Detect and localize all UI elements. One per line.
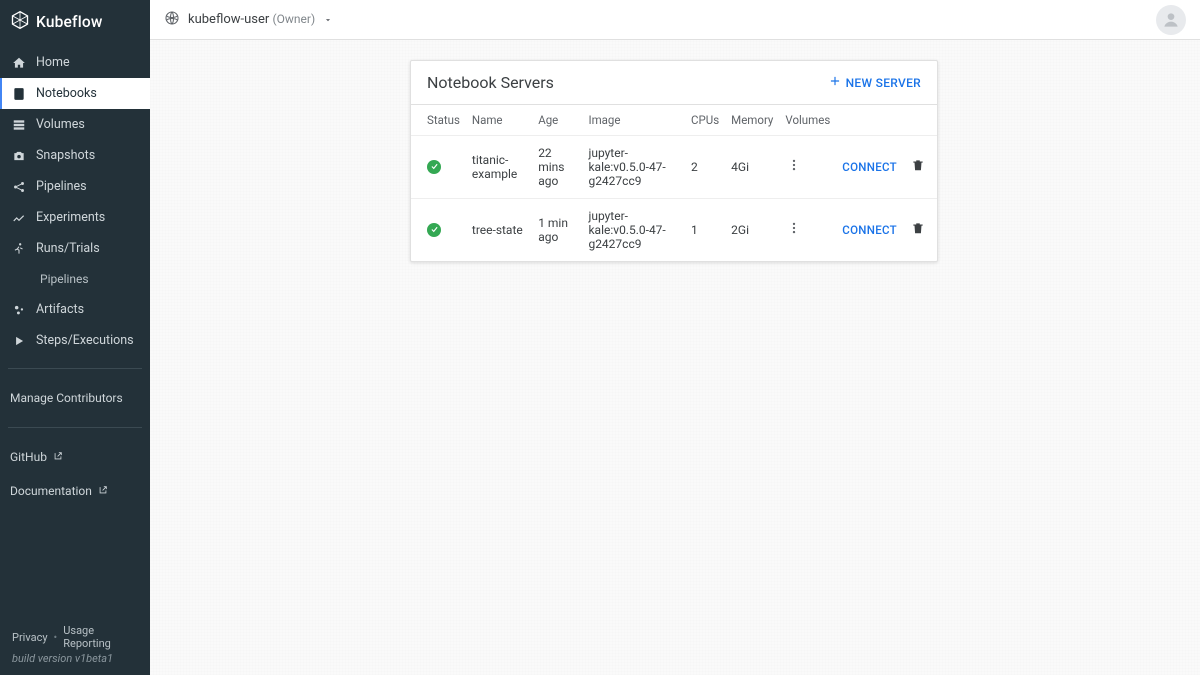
nav: Home Notebooks Volumes Snapshots Pipelin… xyxy=(0,47,150,356)
sidebar-external: GitHub Documentation xyxy=(0,440,150,508)
cell-cpus: 2 xyxy=(685,136,725,199)
topbar: kubeflow-user (Owner) xyxy=(150,0,1200,40)
sidebar-item-volumes[interactable]: Volumes xyxy=(0,109,150,140)
new-server-button[interactable]: NEW SERVER xyxy=(828,74,921,91)
sidebar-item-steps[interactable]: Steps/Executions xyxy=(0,325,150,356)
col-image: Image xyxy=(582,105,685,136)
sidebar-item-runs-pipelines[interactable]: Pipelines xyxy=(0,264,150,294)
label: Manage Contributors xyxy=(10,391,123,405)
run-icon xyxy=(12,242,26,256)
sidebar-item-artifacts[interactable]: Artifacts xyxy=(0,294,150,325)
sidebar-item-snapshots[interactable]: Snapshots xyxy=(0,140,150,171)
cell-image: jupyter-kale:v0.5.0-47-g2427cc9 xyxy=(582,136,685,199)
chart-line-icon xyxy=(12,211,26,225)
connect-button[interactable]: CONNECT xyxy=(842,223,897,237)
connect-button[interactable]: CONNECT xyxy=(842,160,897,174)
label: Documentation xyxy=(10,484,92,498)
table-row: titanic-example 22 mins ago jupyter-kale… xyxy=(411,136,937,199)
separator-dot: • xyxy=(54,631,58,644)
documentation-link[interactable]: Documentation xyxy=(0,474,150,508)
sidebar-footer: Privacy • Usage Reporting build version … xyxy=(0,614,150,675)
col-memory: Memory xyxy=(725,105,779,136)
cell-memory: 2Gi xyxy=(725,199,779,262)
cell-memory: 4Gi xyxy=(725,136,779,199)
cell-name: titanic-example xyxy=(466,136,532,199)
sidebar-item-label: Steps/Executions xyxy=(36,333,134,348)
volumes-menu-button[interactable] xyxy=(785,156,803,178)
brand-name: Kubeflow xyxy=(36,13,103,31)
status-ready-icon xyxy=(427,160,441,174)
new-server-label: NEW SERVER xyxy=(846,76,921,90)
build-version: build version v1beta1 xyxy=(12,652,138,665)
delete-button[interactable] xyxy=(909,219,927,241)
table-header-row: Status Name Age Image CPUs Memory Volume… xyxy=(411,105,937,136)
sidebar-item-label: Volumes xyxy=(36,117,85,132)
sidebar-item-label: Pipelines xyxy=(36,179,87,194)
sidebar-item-label: Home xyxy=(36,55,70,70)
sidebar-item-label: Pipelines xyxy=(40,272,89,286)
volumes-menu-button[interactable] xyxy=(785,219,803,241)
manage-contributors-link[interactable]: Manage Contributors xyxy=(0,381,150,415)
servers-table: Status Name Age Image CPUs Memory Volume… xyxy=(411,105,937,261)
brand-logo: Kubeflow xyxy=(0,0,150,43)
github-link[interactable]: GitHub xyxy=(0,440,150,474)
namespace-icon xyxy=(164,10,180,30)
sidebar-item-label: Snapshots xyxy=(36,148,95,163)
sidebar-item-label: Experiments xyxy=(36,210,105,225)
storage-icon xyxy=(12,118,26,132)
usage-reporting-link[interactable]: Usage Reporting xyxy=(63,624,138,650)
camera-icon xyxy=(12,149,26,163)
play-icon xyxy=(12,334,26,348)
sidebar-secondary: Manage Contributors xyxy=(0,381,150,415)
privacy-link[interactable]: Privacy xyxy=(12,631,48,644)
cell-image: jupyter-kale:v0.5.0-47-g2427cc9 xyxy=(582,199,685,262)
card-title: Notebook Servers xyxy=(427,73,554,92)
cell-age: 22 mins ago xyxy=(532,136,582,199)
content-area: Notebook Servers NEW SERVER Status Name … xyxy=(150,40,1200,675)
sidebar-item-runs[interactable]: Runs/Trials xyxy=(0,233,150,264)
cell-name: tree-state xyxy=(466,199,532,262)
sidebar-item-label: Artifacts xyxy=(36,302,84,317)
divider xyxy=(8,427,142,428)
plus-icon xyxy=(828,74,842,91)
open-external-icon xyxy=(98,484,108,498)
user-avatar[interactable] xyxy=(1156,5,1186,35)
status-ready-icon xyxy=(427,223,441,237)
namespace-name: kubeflow-user xyxy=(188,12,269,27)
sidebar-item-experiments[interactable]: Experiments xyxy=(0,202,150,233)
sidebar-item-label: Notebooks xyxy=(36,86,97,101)
notebook-servers-card: Notebook Servers NEW SERVER Status Name … xyxy=(410,60,938,262)
table-row: tree-state 1 min ago jupyter-kale:v0.5.0… xyxy=(411,199,937,262)
main: kubeflow-user (Owner) Notebook Servers N… xyxy=(150,0,1200,675)
home-icon xyxy=(12,56,26,70)
card-header: Notebook Servers NEW SERVER xyxy=(411,61,937,105)
label: GitHub xyxy=(10,450,47,464)
sidebar-item-pipelines[interactable]: Pipelines xyxy=(0,171,150,202)
divider xyxy=(8,368,142,369)
col-name: Name xyxy=(466,105,532,136)
bubble-icon xyxy=(12,303,26,317)
cell-age: 1 min ago xyxy=(532,199,582,262)
kubeflow-logo-icon xyxy=(10,10,30,33)
col-status: Status xyxy=(411,105,466,136)
open-external-icon xyxy=(53,450,63,464)
col-cpus: CPUs xyxy=(685,105,725,136)
sidebar: Kubeflow Home Notebooks Volumes Snapshot… xyxy=(0,0,150,675)
col-volumes: Volumes xyxy=(779,105,836,136)
book-icon xyxy=(12,87,26,101)
sidebar-item-home[interactable]: Home xyxy=(0,47,150,78)
cell-cpus: 1 xyxy=(685,199,725,262)
namespace-role: (Owner) xyxy=(273,12,316,26)
sidebar-item-label: Runs/Trials xyxy=(36,241,100,256)
col-age: Age xyxy=(532,105,582,136)
chevron-down-icon[interactable] xyxy=(323,10,333,29)
sidebar-item-notebooks[interactable]: Notebooks xyxy=(0,78,150,109)
delete-button[interactable] xyxy=(909,156,927,178)
share-icon xyxy=(12,180,26,194)
namespace-selector[interactable]: kubeflow-user (Owner) xyxy=(188,12,315,27)
